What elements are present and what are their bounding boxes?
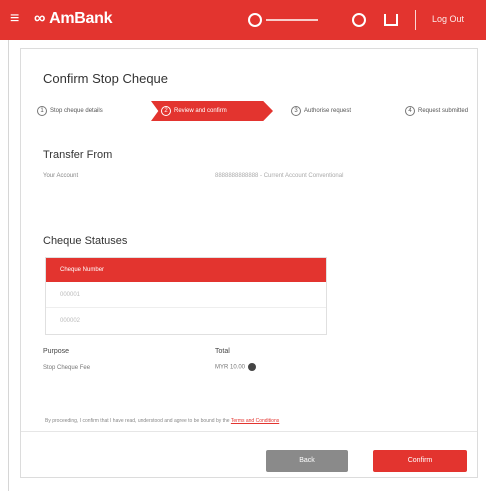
- step-details: 1 Stop cheque details: [37, 101, 103, 121]
- total-header: Total: [215, 348, 230, 355]
- divider: [21, 431, 477, 432]
- page-title: Confirm Stop Cheque: [43, 71, 169, 86]
- brand-name: AmBank: [49, 10, 113, 27]
- step-number: 2: [161, 106, 171, 116]
- table-header: Cheque Number: [46, 258, 326, 282]
- step-label: Authorise request: [304, 108, 352, 114]
- terms-text: By proceeding, I confirm that I have rea…: [45, 418, 231, 424]
- brand-logo[interactable]: ∞ AmBank: [34, 10, 113, 28]
- confirm-card: Confirm Stop Cheque 1 Stop cheque detail…: [20, 48, 478, 478]
- brand-mark-icon: ∞: [34, 10, 46, 27]
- divider: [415, 10, 416, 30]
- fee-value: MYR 10.00: [215, 364, 246, 371]
- transfer-from-heading: Transfer From: [43, 149, 113, 161]
- divider: [8, 40, 9, 491]
- terms-link[interactable]: Terms and Conditions: [231, 418, 279, 424]
- step-authorise: 3 Authorise request: [291, 101, 351, 121]
- account-label: Your Account: [43, 173, 79, 179]
- step-review-active: 2 Review and confirm: [151, 101, 273, 121]
- step-submitted: 4 Request submitted: [405, 101, 468, 121]
- step-number: 3: [291, 106, 301, 116]
- info-icon[interactable]: [248, 363, 257, 371]
- step-number: 4: [405, 106, 415, 116]
- logout-link[interactable]: Log Out: [432, 14, 464, 24]
- step-number: 1: [37, 106, 47, 116]
- table-row: 000002: [60, 318, 81, 324]
- help-icon[interactable]: [352, 13, 366, 27]
- fee-value-wrap: MYR 10.00: [215, 363, 257, 371]
- account-value: 8888888888888 - Current Account Conventi…: [215, 173, 344, 179]
- confirm-button[interactable]: Confirm: [373, 450, 467, 472]
- step-label: Request submitted: [418, 108, 469, 114]
- top-navigation-bar: ≡ ∞ AmBank Log Out: [0, 0, 486, 40]
- cheque-statuses-heading: Cheque Statuses: [43, 235, 128, 247]
- fee-label: Stop Cheque Fee: [43, 365, 91, 371]
- progress-steps: 1 Stop cheque details 2 Review and confi…: [33, 101, 473, 121]
- purpose-header: Purpose: [43, 348, 70, 355]
- step-label: Review and confirm: [174, 108, 227, 114]
- clock-icon: [248, 13, 262, 27]
- menu-icon[interactable]: ≡: [10, 11, 19, 27]
- inbox-icon[interactable]: [384, 14, 398, 26]
- back-button[interactable]: Back: [266, 450, 348, 472]
- table-row: 000001: [46, 282, 326, 308]
- cheque-status-table: Cheque Number 000001 000002: [45, 257, 327, 335]
- step-label: Stop cheque details: [50, 108, 103, 114]
- session-timer: [266, 19, 318, 21]
- terms-notice: By proceeding, I confirm that I have rea…: [45, 418, 279, 424]
